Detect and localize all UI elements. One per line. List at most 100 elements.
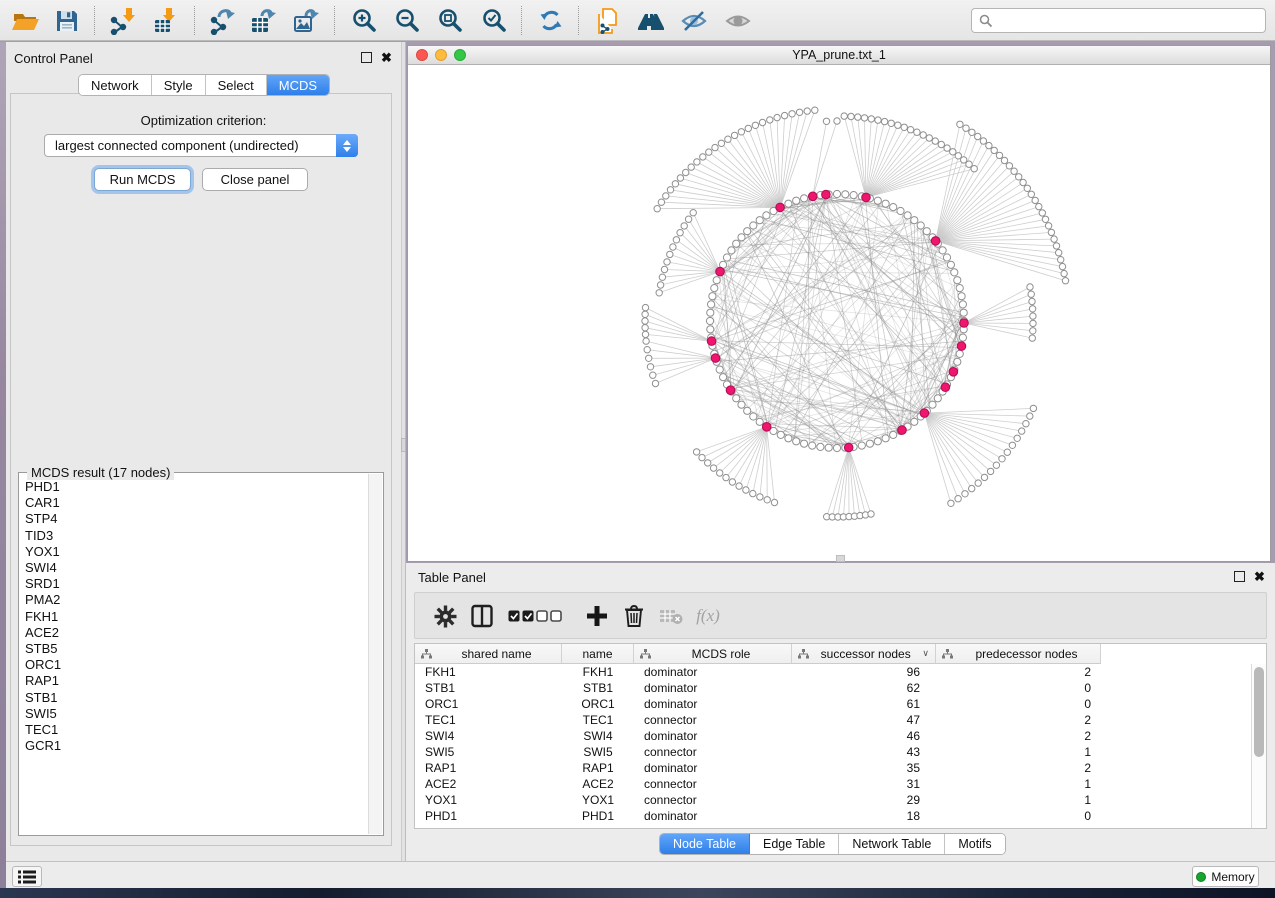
- graph-node[interactable]: [707, 326, 714, 333]
- graph-node[interactable]: [774, 114, 780, 120]
- graph-node[interactable]: [673, 237, 679, 243]
- graph-node[interactable]: [642, 311, 648, 317]
- graph-node[interactable]: [943, 254, 950, 261]
- graph-node[interactable]: [712, 144, 718, 150]
- graph-node[interactable]: [955, 153, 961, 159]
- graph-node[interactable]: [1030, 405, 1036, 411]
- graph-node[interactable]: [750, 490, 756, 496]
- graph-node[interactable]: [752, 122, 758, 128]
- graph-node[interactable]: [700, 154, 706, 160]
- tab-edge-table[interactable]: Edge Table: [750, 834, 839, 854]
- graph-node[interactable]: [993, 462, 999, 468]
- graph-node[interactable]: [688, 164, 694, 170]
- float-panel-icon[interactable]: [1234, 571, 1245, 582]
- tab-network-table[interactable]: Network Table: [839, 834, 945, 854]
- graph-node[interactable]: [652, 380, 658, 386]
- graph-node[interactable]: [969, 485, 975, 491]
- mcds-node[interactable]: [920, 409, 929, 418]
- graph-node[interactable]: [736, 483, 742, 489]
- graph-node[interactable]: [647, 364, 653, 370]
- column-header-shared-name[interactable]: shared name: [415, 644, 562, 664]
- graph-node[interactable]: [914, 129, 920, 135]
- graph-node[interactable]: [920, 132, 926, 138]
- graph-node[interactable]: [731, 132, 737, 138]
- graph-node[interactable]: [1006, 163, 1012, 169]
- graph-node[interactable]: [999, 456, 1005, 462]
- graph-node[interactable]: [685, 216, 691, 222]
- graph-node[interactable]: [825, 444, 832, 451]
- graph-node[interactable]: [975, 133, 981, 139]
- graph-node[interactable]: [934, 395, 941, 402]
- graph-node[interactable]: [717, 470, 723, 476]
- tab-motifs[interactable]: Motifs: [945, 834, 1004, 854]
- graph-node[interactable]: [706, 317, 713, 324]
- graph-node[interactable]: [785, 435, 792, 442]
- table-row[interactable]: SWI4SWI4dominator462: [415, 728, 1251, 744]
- graph-node[interactable]: [1056, 250, 1062, 256]
- graph-node[interactable]: [716, 366, 723, 373]
- table-row[interactable]: ACE2ACE2connector311: [415, 776, 1251, 792]
- graph-node[interactable]: [951, 269, 958, 276]
- graph-node[interactable]: [1014, 435, 1020, 441]
- graph-node[interactable]: [929, 401, 936, 408]
- network-canvas[interactable]: [408, 65, 1270, 561]
- graph-node[interactable]: [745, 125, 751, 131]
- mcds-result-item[interactable]: SWI5: [20, 706, 367, 722]
- graph-node[interactable]: [661, 266, 667, 272]
- clone-network-icon[interactable]: [592, 5, 624, 37]
- graph-node[interactable]: [699, 454, 705, 460]
- mcds-result-item[interactable]: CAR1: [20, 495, 367, 511]
- graph-node[interactable]: [901, 124, 907, 130]
- table-row[interactable]: YOX1YOX1connector291: [415, 792, 1251, 808]
- show-graphics-icon[interactable]: [722, 5, 754, 37]
- graph-node[interactable]: [759, 119, 765, 125]
- graph-node[interactable]: [781, 112, 787, 118]
- graph-node[interactable]: [733, 240, 740, 247]
- graph-node[interactable]: [711, 285, 718, 292]
- graph-node[interactable]: [708, 301, 715, 308]
- mcds-node[interactable]: [822, 190, 831, 199]
- graph-node[interactable]: [1001, 157, 1007, 163]
- graph-node[interactable]: [744, 228, 751, 235]
- graph-node[interactable]: [861, 115, 867, 121]
- table-row[interactable]: TEC1TEC1connector472: [415, 712, 1251, 728]
- mcds-result-item[interactable]: STP4: [20, 511, 367, 527]
- graph-node[interactable]: [723, 474, 729, 480]
- optimization-criterion-select[interactable]: largest connected component (undirected): [44, 134, 358, 157]
- graph-node[interactable]: [971, 166, 977, 172]
- graph-node[interactable]: [1051, 236, 1057, 242]
- graph-node[interactable]: [738, 401, 745, 408]
- graph-node[interactable]: [917, 222, 924, 229]
- graph-node[interactable]: [650, 372, 656, 378]
- graph-node[interactable]: [1036, 203, 1042, 209]
- window-maximize-icon[interactable]: [454, 49, 466, 61]
- graph-node[interactable]: [897, 207, 904, 214]
- mcds-node[interactable]: [762, 423, 771, 432]
- graph-node[interactable]: [957, 121, 963, 127]
- graph-node[interactable]: [890, 204, 897, 211]
- mcds-list-scrollbar[interactable]: [368, 474, 382, 834]
- tab-style[interactable]: Style: [152, 75, 206, 95]
- graph-node[interactable]: [1039, 210, 1045, 216]
- graph-node[interactable]: [757, 494, 763, 500]
- graph-node[interactable]: [948, 500, 954, 506]
- graph-node[interactable]: [705, 460, 711, 466]
- delete-icon[interactable]: [621, 603, 647, 629]
- graph-node[interactable]: [1024, 185, 1030, 191]
- graph-node[interactable]: [848, 113, 854, 119]
- graph-node[interactable]: [657, 282, 663, 288]
- horizontal-splitter-grip[interactable]: [836, 555, 845, 562]
- graph-node[interactable]: [1058, 257, 1064, 263]
- graph-node[interactable]: [1045, 223, 1051, 229]
- export-image-icon[interactable]: [291, 5, 323, 37]
- mcds-result-item[interactable]: GCR1: [20, 738, 367, 754]
- graph-node[interactable]: [1048, 229, 1054, 235]
- graph-node[interactable]: [1062, 278, 1068, 284]
- graph-node[interactable]: [882, 435, 889, 442]
- graph-node[interactable]: [954, 358, 961, 365]
- open-folder-icon[interactable]: [10, 5, 42, 37]
- deselect-all-icon[interactable]: [536, 603, 562, 629]
- splitter-grip[interactable]: [401, 438, 406, 452]
- graph-node[interactable]: [895, 122, 901, 128]
- graph-node[interactable]: [950, 149, 956, 155]
